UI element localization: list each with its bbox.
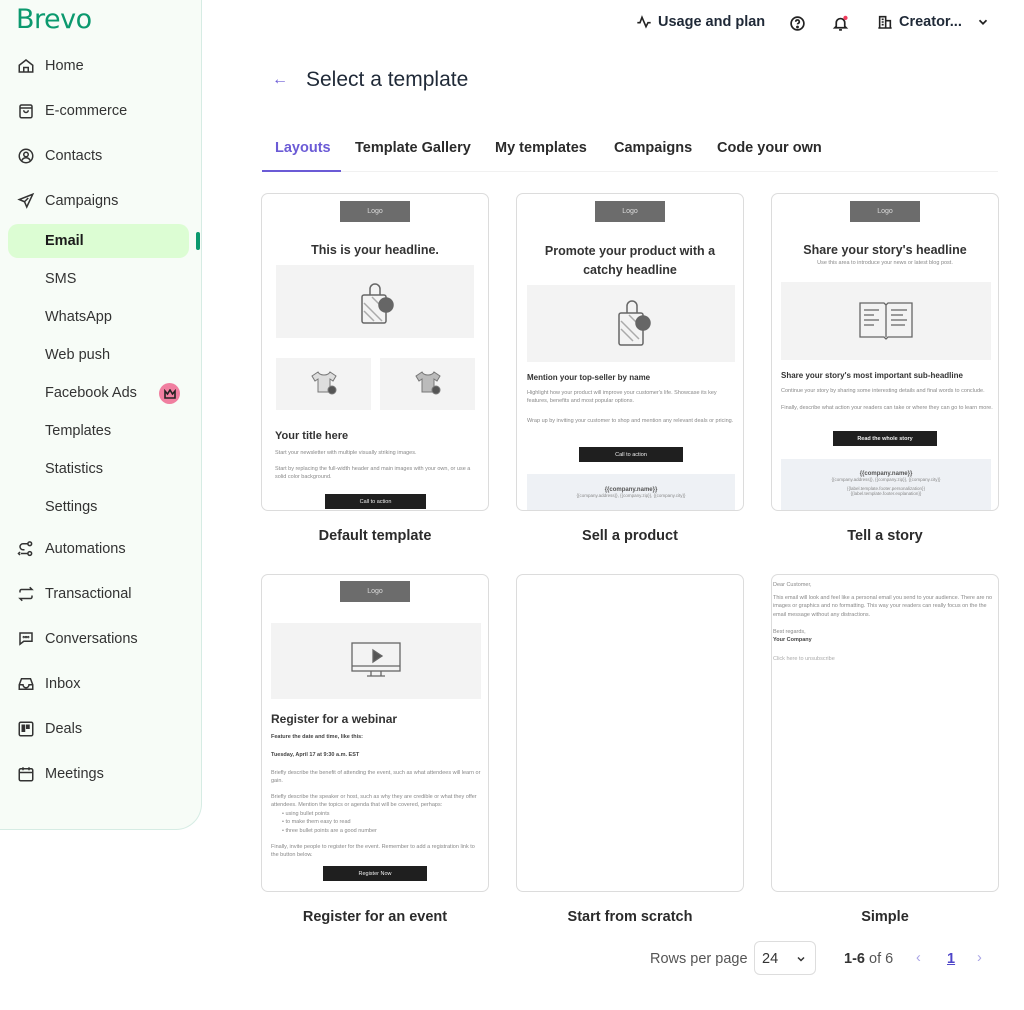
- page-header: ← Select a template: [272, 68, 468, 92]
- template-card-sell-product[interactable]: Logo Promote your product with a catchy …: [516, 193, 744, 511]
- shopping-bag-icon: [16, 101, 36, 121]
- chat-icon: [16, 629, 36, 649]
- tshirt-icon: [415, 371, 441, 395]
- hero-image-placeholder: [271, 623, 481, 699]
- logo-placeholder: Logo: [340, 581, 410, 602]
- active-indicator: [196, 232, 200, 250]
- template-card-start-scratch[interactable]: [516, 574, 744, 892]
- tab-layouts[interactable]: Layouts: [275, 140, 331, 156]
- top-bar: Usage and plan Creator...: [0, 12, 1024, 38]
- hero-image-placeholder: [781, 282, 991, 360]
- page-1-link[interactable]: 1: [947, 951, 955, 967]
- shopping-bag-icon: [618, 300, 651, 346]
- bell-icon: [832, 15, 849, 31]
- sidebar-item-whatsapp[interactable]: WhatsApp: [45, 309, 112, 325]
- template-card-simple[interactable]: Dear Customer, This email will look and …: [771, 574, 999, 892]
- activity-icon: [637, 15, 651, 29]
- tshirt-icon: [311, 371, 337, 395]
- account-menu[interactable]: Creator...: [877, 14, 990, 30]
- template-name[interactable]: Tell a story: [771, 528, 999, 544]
- crown-icon: [159, 383, 180, 404]
- sidebar-item-deals[interactable]: Deals: [0, 712, 200, 746]
- hero-image-placeholder: [276, 265, 474, 338]
- prev-page-icon[interactable]: ‹: [916, 950, 921, 966]
- footer-preview: {{company.name}} {{company.address}}, {{…: [527, 474, 735, 510]
- product-image-placeholder: [276, 358, 371, 410]
- tab-code-your-own[interactable]: Code your own: [717, 140, 822, 156]
- logo-placeholder: Logo: [595, 201, 665, 222]
- template-name[interactable]: Simple: [771, 909, 999, 925]
- pagination: Rows per page 24 1-6 of 6 ‹ 1 ›: [640, 941, 1024, 975]
- cta-preview: Call to action: [579, 447, 683, 462]
- back-arrow-icon[interactable]: ←: [272, 71, 292, 89]
- template-card-register-event[interactable]: Logo Register for a webinar Feature the …: [261, 574, 489, 892]
- sidebar-item-contacts[interactable]: Contacts: [0, 139, 200, 173]
- template-name[interactable]: Default template: [261, 528, 489, 544]
- chevron-down-icon: [978, 19, 987, 25]
- logo-placeholder: Logo: [340, 201, 410, 222]
- tab-template-gallery[interactable]: Template Gallery: [355, 140, 471, 156]
- sidebar-item-statistics[interactable]: Statistics: [45, 461, 103, 477]
- inbox-icon: [16, 674, 36, 694]
- board-icon: [16, 719, 36, 739]
- rows-per-page-label: Rows per page: [650, 951, 748, 967]
- automation-icon: [16, 539, 36, 559]
- template-name[interactable]: Register for an event: [261, 909, 489, 925]
- shopping-bag-icon: [361, 283, 394, 324]
- template-card-tell-story[interactable]: Logo Share your story's headline Use thi…: [771, 193, 999, 511]
- template-name[interactable]: Sell a product: [516, 528, 744, 544]
- sidebar-item-home[interactable]: Home: [0, 49, 200, 83]
- template-tabs: Layouts Template Gallery My templates Ca…: [262, 130, 998, 172]
- open-book-icon: [859, 302, 913, 340]
- send-icon: [16, 191, 36, 211]
- video-monitor-icon: [351, 642, 401, 677]
- template-name[interactable]: Start from scratch: [516, 909, 744, 925]
- sidebar-item-sms[interactable]: SMS: [45, 271, 76, 287]
- page-title: Select a template: [306, 68, 469, 91]
- chevron-down-icon: [797, 956, 805, 962]
- sidebar-item-web-push[interactable]: Web push: [45, 347, 110, 363]
- help-button[interactable]: [789, 15, 806, 32]
- product-image-placeholder: [380, 358, 475, 410]
- notifications-button[interactable]: [832, 15, 849, 32]
- help-icon: [790, 16, 805, 31]
- logo-placeholder: Logo: [850, 201, 920, 222]
- sidebar-item-ecommerce[interactable]: E-commerce: [0, 94, 200, 128]
- sidebar: Brevo Home E-commerce Contacts Campaigns…: [0, 0, 202, 830]
- sidebar-item-templates[interactable]: Templates: [45, 423, 111, 439]
- next-page-icon[interactable]: ›: [977, 950, 982, 966]
- rows-per-page-select[interactable]: 24: [754, 941, 816, 975]
- sidebar-item-transactional[interactable]: Transactional: [0, 577, 200, 611]
- sidebar-item-campaigns[interactable]: Campaigns: [0, 184, 200, 218]
- sidebar-item-email[interactable]: Email: [8, 224, 189, 258]
- tab-campaigns[interactable]: Campaigns: [614, 140, 692, 156]
- building-icon: [878, 15, 892, 29]
- sidebar-item-automations[interactable]: Automations: [0, 532, 200, 566]
- tab-my-templates[interactable]: My templates: [495, 140, 587, 156]
- usage-and-plan-link[interactable]: Usage and plan: [636, 14, 765, 30]
- cta-preview: Read the whole story: [833, 431, 937, 446]
- arrows-icon: [16, 584, 36, 604]
- sidebar-item-meetings[interactable]: Meetings: [0, 757, 200, 791]
- home-icon: [16, 56, 36, 76]
- cta-preview: Call to action: [325, 494, 426, 509]
- page-range: 1-6 of 6: [844, 951, 894, 967]
- footer-preview: {{company.name}} {{company.address}}, {{…: [781, 459, 991, 510]
- cta-preview: Register Now: [323, 866, 427, 881]
- sidebar-item-inbox[interactable]: Inbox: [0, 667, 200, 701]
- active-tab-underline: [262, 170, 341, 172]
- hero-image-placeholder: [527, 285, 735, 362]
- calendar-icon: [16, 764, 36, 784]
- sidebar-item-facebook-ads[interactable]: Facebook Ads: [45, 385, 137, 401]
- sidebar-item-settings[interactable]: Settings: [45, 499, 97, 515]
- sidebar-item-conversations[interactable]: Conversations: [0, 622, 200, 656]
- template-card-default[interactable]: Logo This is your headline. Your title h…: [261, 193, 489, 511]
- user-circle-icon: [16, 146, 36, 166]
